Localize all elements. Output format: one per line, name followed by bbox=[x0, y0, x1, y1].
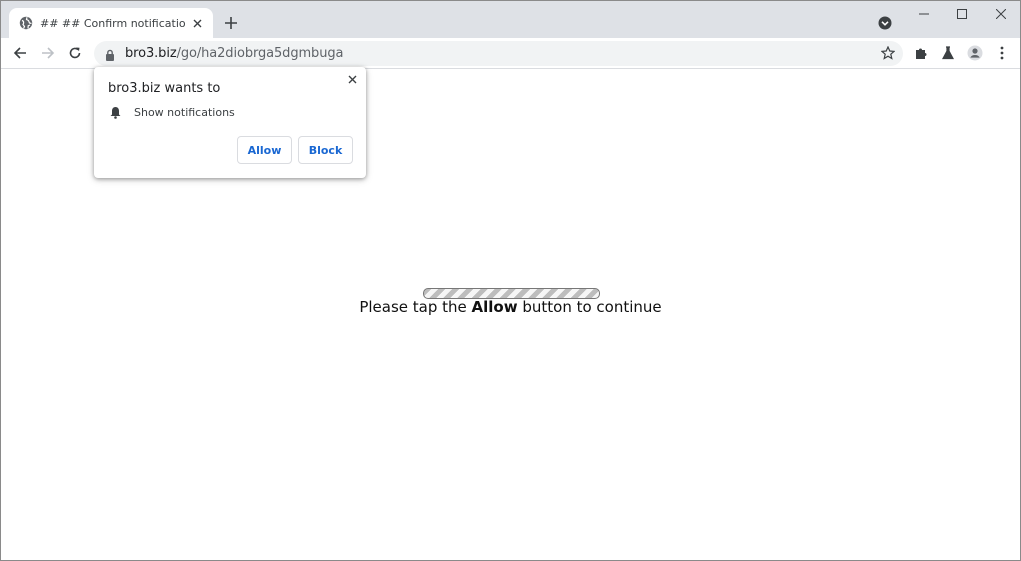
extensions-puzzle-icon[interactable] bbox=[912, 44, 930, 62]
labs-flask-icon[interactable] bbox=[939, 44, 957, 62]
url-path: /go/ha2diobrga5dgmbuga bbox=[176, 46, 344, 61]
bell-icon bbox=[109, 106, 122, 119]
menu-kebab-icon[interactable] bbox=[993, 44, 1011, 62]
profile-avatar-icon[interactable] bbox=[966, 44, 984, 62]
back-arrow-icon[interactable] bbox=[11, 44, 29, 62]
popup-close-icon[interactable] bbox=[346, 73, 358, 85]
tab-search-chevron-down-icon[interactable] bbox=[878, 16, 892, 30]
tab-strip: ## ## Confirm notifications ## # bbox=[1, 1, 1020, 38]
message-after: button to continue bbox=[517, 298, 662, 316]
bookmark-star-icon[interactable] bbox=[880, 45, 896, 60]
message-bold: Allow bbox=[471, 298, 518, 316]
tab-title: ## ## Confirm notifications ## # bbox=[40, 16, 185, 30]
toolbar: bro3.biz/go/ha2diobrga5dgmbuga bbox=[1, 38, 1020, 69]
popup-title: bro3.biz wants to bbox=[108, 81, 221, 96]
tab-active[interactable]: ## ## Confirm notifications ## # bbox=[9, 8, 213, 38]
allow-button[interactable]: Allow bbox=[237, 136, 292, 164]
instruction-message: Please tap the Allow button to continue bbox=[1, 298, 1020, 316]
block-button[interactable]: Block bbox=[298, 136, 353, 164]
forward-arrow-icon[interactable] bbox=[39, 44, 57, 62]
permission-row: Show notifications bbox=[109, 106, 235, 119]
notification-permission-popup: bro3.biz wants to Show notifications All… bbox=[94, 67, 366, 178]
url-host: bro3.biz bbox=[125, 46, 177, 61]
new-tab-plus-icon[interactable] bbox=[222, 14, 240, 32]
lock-icon[interactable] bbox=[104, 48, 116, 61]
message-before: Please tap the bbox=[359, 298, 472, 316]
permission-label: Show notifications bbox=[134, 106, 235, 119]
browser-window: ## ## Confirm notifications ## # bbox=[0, 0, 1021, 561]
globe-icon bbox=[19, 16, 33, 30]
address-bar[interactable]: bro3.biz/go/ha2diobrga5dgmbuga bbox=[94, 41, 903, 66]
close-window-icon[interactable] bbox=[991, 6, 1011, 22]
minimize-icon[interactable] bbox=[914, 6, 934, 22]
tab-close-icon[interactable] bbox=[189, 15, 205, 31]
url-text: bro3.biz/go/ha2diobrga5dgmbuga bbox=[125, 46, 343, 61]
reload-icon[interactable] bbox=[66, 44, 84, 62]
maximize-icon[interactable] bbox=[952, 6, 972, 22]
